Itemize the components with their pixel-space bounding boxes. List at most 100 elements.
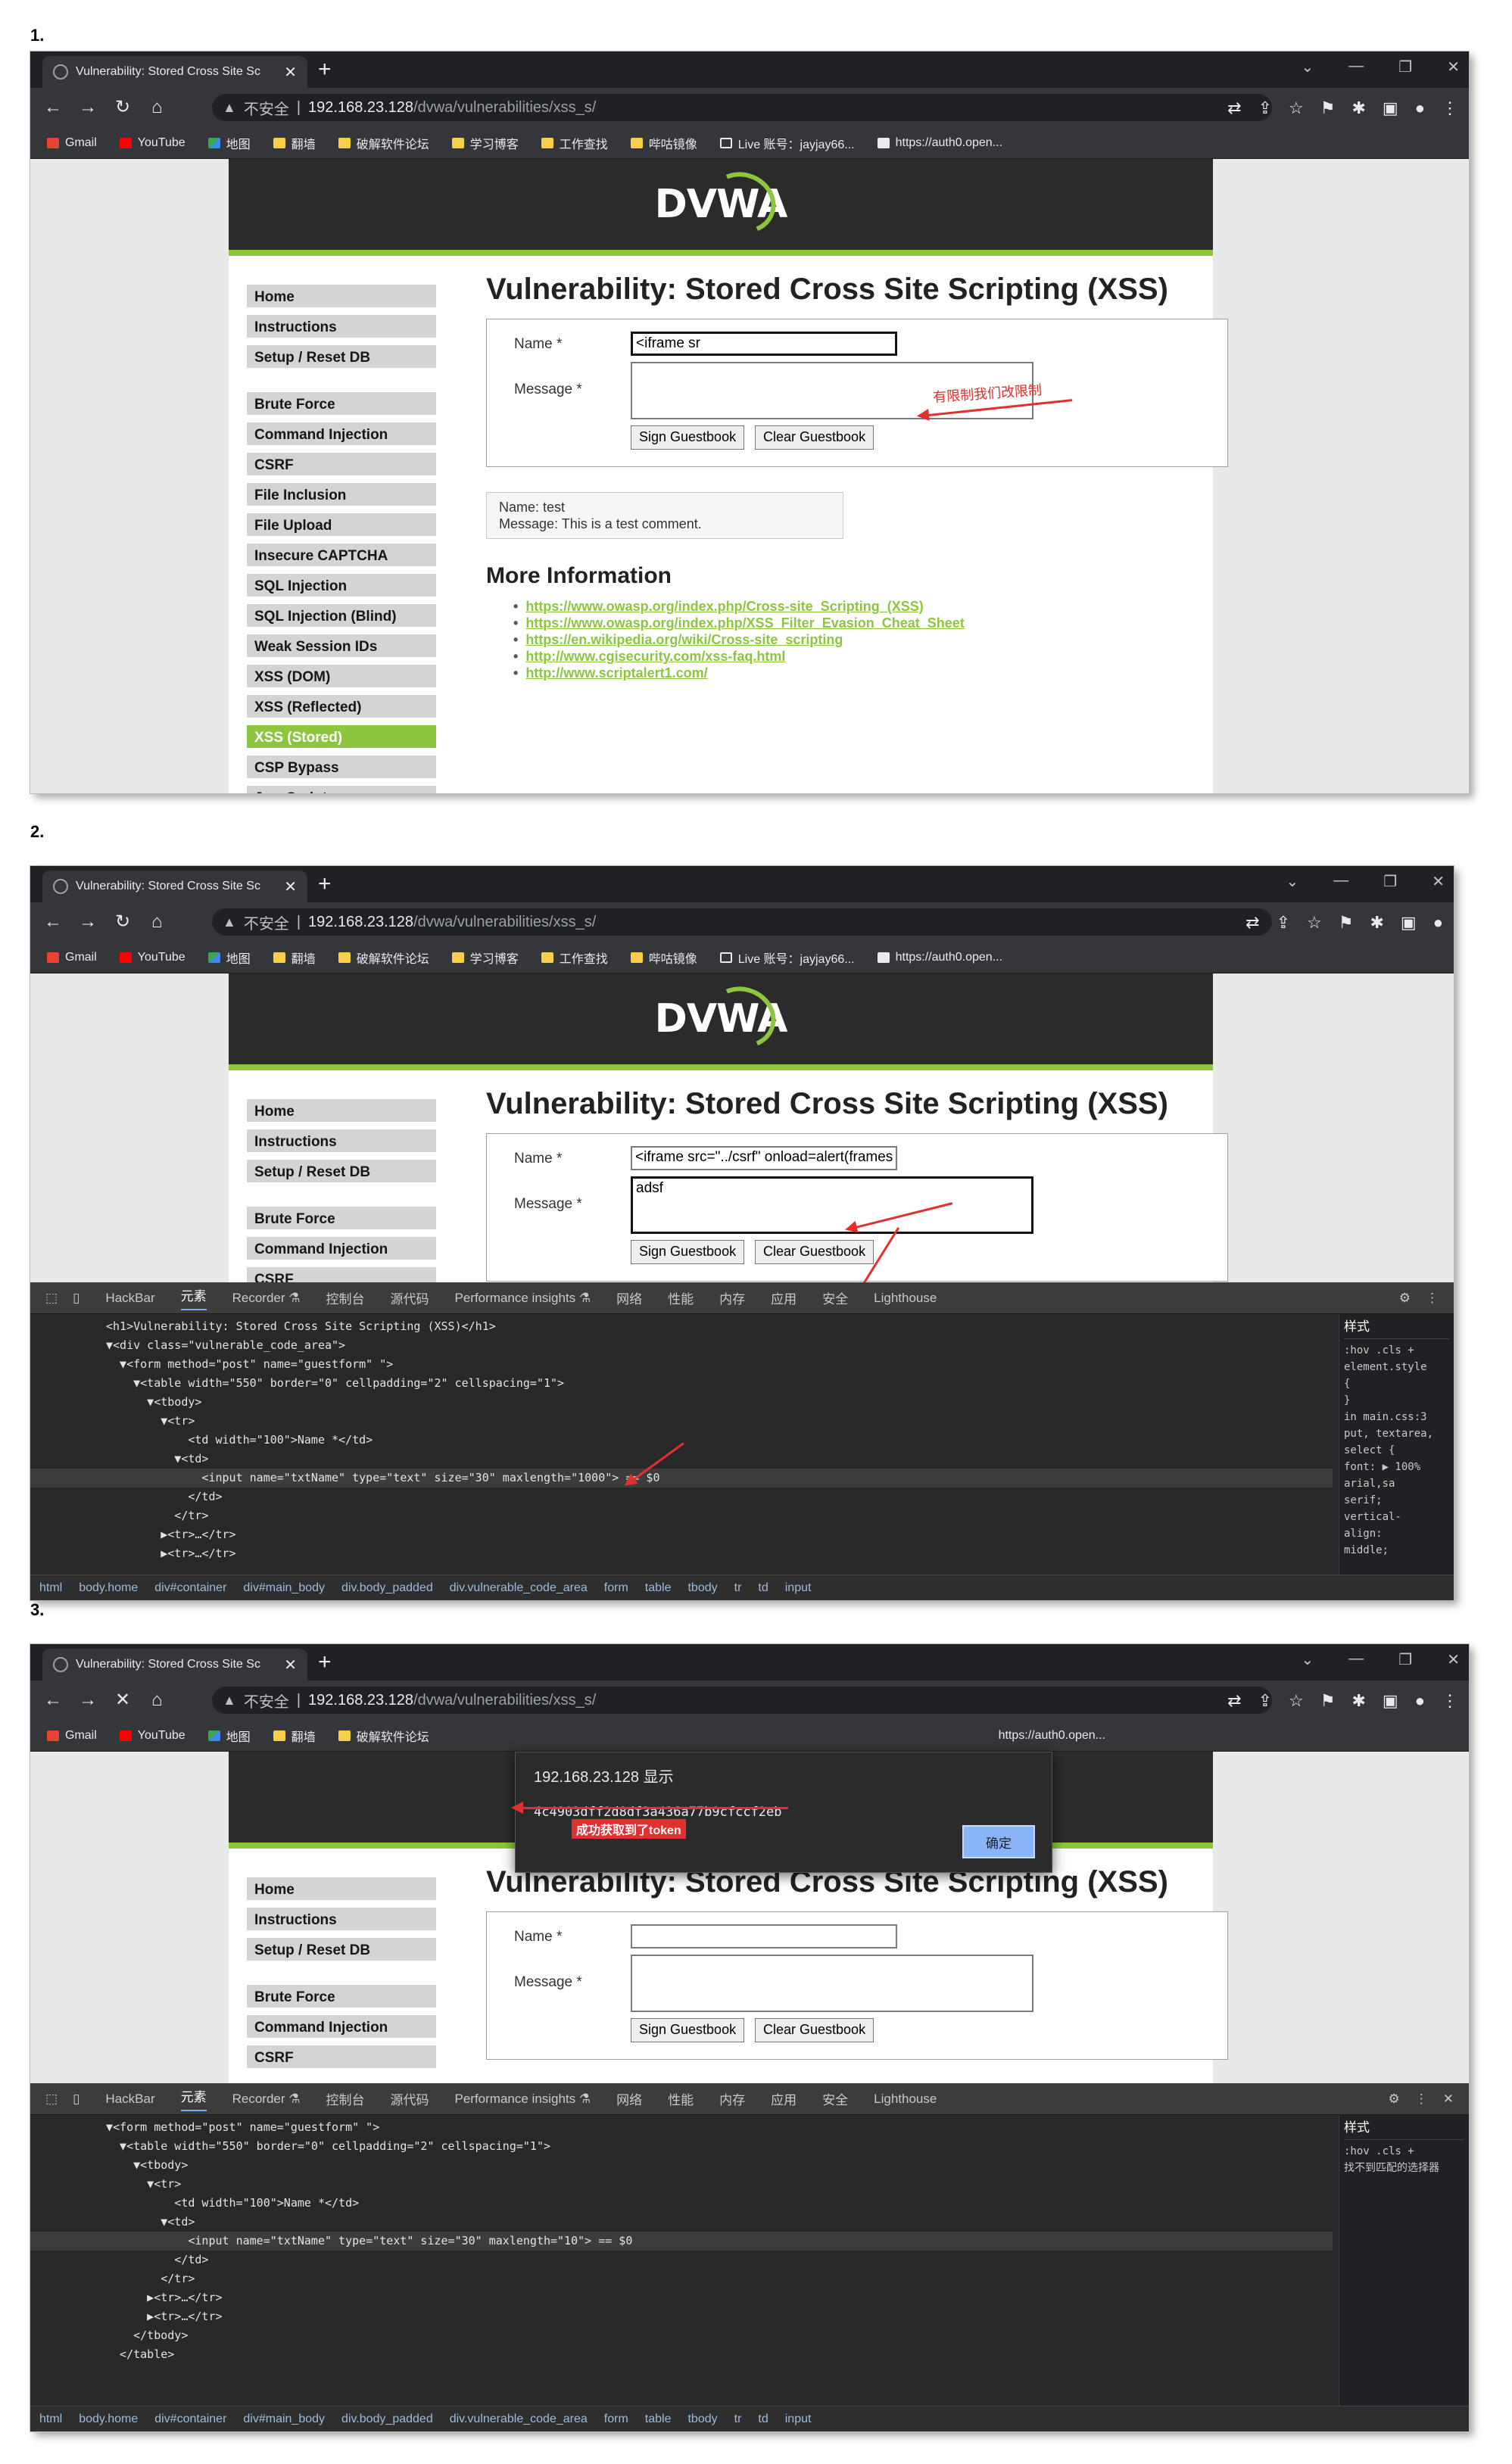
more-options-icon[interactable]: ⋮ <box>1415 2092 1428 2107</box>
translate-icon[interactable]: ⇄ <box>1245 913 1259 933</box>
menu-item-xss-stored[interactable]: XSS (Stored) <box>247 725 436 751</box>
devtools-tab-security[interactable]: 安全 <box>822 2089 848 2108</box>
stop-loading-icon[interactable]: ✕ <box>115 1688 130 1712</box>
menu-item-home[interactable]: Home <box>247 1877 436 1903</box>
new-tab-icon[interactable]: + <box>318 1649 332 1676</box>
dom-line[interactable]: ▼<tr> <box>30 1412 1333 1431</box>
menu-item-file-inclusion[interactable]: File Inclusion <box>247 483 436 509</box>
puzzle-icon[interactable]: ✱ <box>1351 1691 1365 1711</box>
restore-icon[interactable]: ❐ <box>1398 58 1412 76</box>
devtools-tab-memory[interactable]: 内存 <box>719 2089 745 2108</box>
bookmark-folder[interactable]: 工作查找 <box>541 949 608 967</box>
crumb[interactable]: html <box>39 2413 62 2426</box>
menu-item-instructions[interactable]: Instructions <box>247 1908 436 1933</box>
clear-guestbook-button[interactable]: Clear Guestbook <box>755 1240 874 1264</box>
dom-line[interactable]: </td> <box>30 1487 1333 1506</box>
devtools-tab-performance-insights[interactable]: Performance insights ⚗ <box>455 2092 591 2107</box>
crumb[interactable]: input <box>785 1581 812 1595</box>
link-cgisecurity[interactable]: http://www.cgisecurity.com/xss-faq.html <box>513 648 965 665</box>
bookmark-folder[interactable]: 翻墙 <box>273 1727 316 1745</box>
devtools-tab-performance-insights[interactable]: Performance insights ⚗ <box>455 1291 591 1306</box>
close-tab-icon[interactable]: ✕ <box>284 1656 297 1674</box>
dom-line[interactable]: ▼<td> <box>30 1450 1333 1469</box>
styles-tab[interactable]: 样式 <box>1344 1319 1449 1339</box>
puzzle-icon[interactable]: ✱ <box>1351 98 1365 118</box>
close-tab-icon[interactable]: ✕ <box>284 63 297 82</box>
bookmark-maps[interactable]: 地图 <box>207 1727 251 1745</box>
close-window-icon[interactable]: ✕ <box>1432 872 1445 891</box>
sign-guestbook-button[interactable]: Sign Guestbook <box>631 1240 745 1264</box>
menu-item-xss-dom[interactable]: XSS (DOM) <box>247 665 436 690</box>
devtools-tab-recorder[interactable]: Recorder ⚗ <box>232 2092 301 2107</box>
menu-item-command-injection[interactable]: Command Injection <box>247 2015 436 2041</box>
minimize-icon[interactable]: — <box>1348 1650 1364 1669</box>
home-icon[interactable]: ⌂ <box>151 910 163 934</box>
star-icon[interactable]: ☆ <box>1289 1691 1304 1711</box>
puzzle-icon[interactable]: ✱ <box>1370 913 1383 933</box>
profile-icon[interactable]: ● <box>1415 98 1425 118</box>
crumb[interactable]: table <box>645 1581 672 1595</box>
menu-item-command-injection[interactable]: Command Injection <box>247 422 436 448</box>
reload-icon[interactable]: ↻ <box>115 95 130 120</box>
bookmark-gmail[interactable]: Gmail <box>47 1729 97 1743</box>
dom-line[interactable]: ▼<tbody> <box>30 1393 1333 1412</box>
devtools-tab-recorder[interactable]: Recorder ⚗ <box>232 1291 301 1306</box>
name-input[interactable] <box>631 1924 897 1948</box>
devtools-tab-hackbar[interactable]: HackBar <box>105 2092 154 2107</box>
bookmark-live[interactable]: Live 账号：jayjay66... <box>719 949 855 967</box>
devtools-tab-application[interactable]: 应用 <box>771 2089 797 2108</box>
devtools-tab-network[interactable]: 网络 <box>616 1288 642 1307</box>
minimize-icon[interactable]: — <box>1348 58 1364 76</box>
bookmark-folder[interactable]: 哔咕镜像 <box>630 949 697 967</box>
crumb[interactable]: table <box>645 2413 672 2426</box>
crumb[interactable]: tr <box>734 2413 742 2426</box>
inspect-icon[interactable]: ⬚ <box>45 2092 58 2107</box>
dom-line[interactable]: </tr> <box>30 1506 1333 1525</box>
dom-line[interactable]: ▶<tr>…</tr> <box>30 2288 1333 2307</box>
new-tab-icon[interactable]: + <box>318 871 332 898</box>
devtools-tab-network[interactable]: 网络 <box>616 2089 642 2108</box>
menu-item-brute-force[interactable]: Brute Force <box>247 1207 436 1232</box>
home-icon[interactable]: ⌂ <box>151 1688 163 1712</box>
menu-item-home[interactable]: Home <box>247 285 436 310</box>
translate-icon[interactable]: ⇄ <box>1227 1691 1241 1711</box>
crumb[interactable]: div.vulnerable_code_area <box>450 2413 588 2426</box>
menu-item-instructions[interactable]: Instructions <box>247 315 436 341</box>
share-icon[interactable]: ⇪ <box>1277 913 1290 933</box>
tab-search-icon[interactable]: ⌄ <box>1302 58 1314 76</box>
clear-guestbook-button[interactable]: Clear Guestbook <box>755 425 874 450</box>
crumb[interactable]: div#container <box>154 2413 226 2426</box>
link-owasp-xss[interactable]: https://www.owasp.org/index.php/Cross-si… <box>513 598 965 615</box>
extension-icon[interactable]: ⚑ <box>1320 1691 1336 1711</box>
profile-icon[interactable]: ● <box>1433 913 1443 933</box>
inspect-icon[interactable]: ⬚ <box>45 1291 58 1306</box>
devtools-tab-security[interactable]: 安全 <box>822 1288 848 1307</box>
dom-line[interactable]: ▼<td> <box>30 2213 1333 2232</box>
menu-item-csp-bypass[interactable]: CSP Bypass <box>247 755 436 781</box>
translate-icon[interactable]: ⇄ <box>1227 98 1241 118</box>
home-icon[interactable]: ⌂ <box>151 95 163 120</box>
address-bar[interactable]: ▲ 不安全 | 192.168.23.128/dvwa/vulnerabilit… <box>212 94 1272 121</box>
back-icon[interactable]: ← <box>44 910 62 934</box>
bookmark-maps[interactable]: 地图 <box>207 134 251 152</box>
devtools-tab-memory[interactable]: 内存 <box>719 1288 745 1307</box>
crumb[interactable]: div.vulnerable_code_area <box>450 1581 588 1595</box>
clear-guestbook-button[interactable]: Clear Guestbook <box>755 2018 874 2042</box>
dom-line[interactable]: ▼<form method="post" name="guestform" "> <box>30 1355 1333 1374</box>
bookmark-folder[interactable]: 破解软件论坛 <box>338 949 429 967</box>
name-input[interactable]: <iframe src="../csrf" onload=alert(frame… <box>631 1146 897 1170</box>
close-window-icon[interactable]: ✕ <box>1447 1650 1460 1669</box>
bookmark-folder[interactable]: 破解软件论坛 <box>338 134 429 152</box>
crumb[interactable]: td <box>758 2413 768 2426</box>
menu-item-command-injection[interactable]: Command Injection <box>247 1237 436 1263</box>
crumb[interactable]: div#main_body <box>243 2413 325 2426</box>
dom-line[interactable]: ▼<table width="550" border="0" cellpaddi… <box>30 2137 1333 2156</box>
address-bar[interactable]: ▲ 不安全 | 192.168.23.128/dvwa/vulnerabilit… <box>212 908 1272 936</box>
extension-icon[interactable]: ⚑ <box>1320 98 1336 118</box>
menu-item-csrf[interactable]: CSRF <box>247 2045 436 2071</box>
bookmark-auth0[interactable]: https://auth0.open... <box>877 951 1002 964</box>
back-icon[interactable]: ← <box>44 1688 62 1712</box>
star-icon[interactable]: ☆ <box>1307 913 1322 933</box>
dom-line[interactable]: ▼<tbody> <box>30 2156 1333 2175</box>
dom-line[interactable]: <h1>Vulnerability: Stored Cross Site Scr… <box>30 1317 1333 1336</box>
